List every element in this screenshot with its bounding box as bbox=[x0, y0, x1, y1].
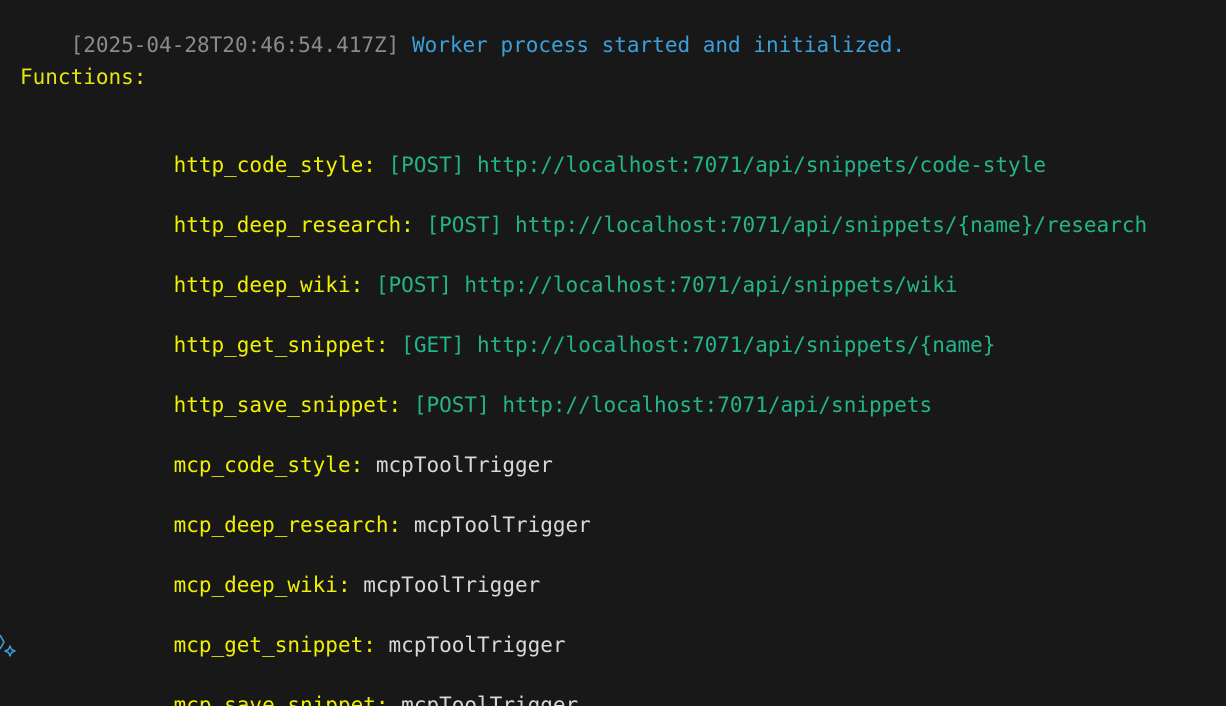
function-trigger: mcpToolTrigger bbox=[375, 453, 553, 477]
log-message: Worker process started and initialized. bbox=[411, 33, 906, 57]
function-url[interactable]: http://localhost:7071/api/snippets/code-… bbox=[477, 153, 1046, 177]
function-name: http_code_style: bbox=[173, 153, 376, 177]
function-url[interactable]: http://localhost:7071/api/snippets/wiki bbox=[464, 273, 957, 297]
functions-header: Functions: bbox=[20, 65, 147, 89]
function-name: http_deep_wiki: bbox=[173, 273, 364, 297]
function-url[interactable]: http://localhost:7071/api/snippets/{name… bbox=[515, 213, 1147, 237]
function-name: mcp_deep_research: bbox=[173, 513, 402, 537]
log-line-worker-started: [2025-04-28T20:46:54.417Z] Worker proces… bbox=[20, 3, 905, 57]
function-name: mcp_save_snippet: bbox=[173, 693, 389, 706]
function-row-http-deep-wiki: http_deep_wiki: [POST] http://localhost:… bbox=[123, 243, 958, 297]
function-name: mcp_get_snippet: bbox=[173, 633, 376, 657]
function-url[interactable]: http://localhost:7071/api/snippets/{name… bbox=[477, 333, 995, 357]
http-method: [GET] bbox=[401, 333, 465, 357]
function-row-http-get-snippet: http_get_snippet: [GET] http://localhost… bbox=[123, 303, 996, 357]
terminal-output[interactable]: [2025-04-28T20:46:54.417Z] Worker proces… bbox=[0, 0, 1226, 706]
function-row-http-save-snippet: http_save_snippet: [POST] http://localho… bbox=[123, 363, 933, 417]
http-method: [POST] bbox=[413, 393, 490, 417]
function-row-mcp-code-style: mcp_code_style: mcpToolTrigger bbox=[123, 423, 553, 477]
function-name: http_get_snippet: bbox=[173, 333, 389, 357]
log-timestamp: [2025-04-28T20:46:54.417Z] bbox=[70, 33, 400, 57]
function-trigger: mcpToolTrigger bbox=[363, 573, 541, 597]
function-row-mcp-save-snippet: mcp_save_snippet: mcpToolTrigger bbox=[123, 663, 579, 706]
function-name: http_deep_research: bbox=[173, 213, 414, 237]
function-trigger: mcpToolTrigger bbox=[413, 513, 591, 537]
function-url[interactable]: http://localhost:7071/api/snippets bbox=[502, 393, 932, 417]
function-row-mcp-deep-research: mcp_deep_research: mcpToolTrigger bbox=[123, 483, 591, 537]
http-method: [POST] bbox=[426, 213, 503, 237]
function-name: mcp_code_style: bbox=[173, 453, 364, 477]
function-trigger: mcpToolTrigger bbox=[401, 693, 579, 706]
function-row-mcp-get-snippet: mcp_get_snippet: mcpToolTrigger bbox=[123, 603, 566, 657]
function-name: http_save_snippet: bbox=[173, 393, 402, 417]
function-name: mcp_deep_wiki: bbox=[173, 573, 351, 597]
sparkle-icon[interactable] bbox=[0, 632, 18, 658]
http-method: [POST] bbox=[388, 153, 465, 177]
function-row-http-deep-research: http_deep_research: [POST] http://localh… bbox=[123, 183, 1148, 237]
http-method: [POST] bbox=[375, 273, 452, 297]
function-row-mcp-deep-wiki: mcp_deep_wiki: mcpToolTrigger bbox=[123, 543, 541, 597]
function-trigger: mcpToolTrigger bbox=[388, 633, 566, 657]
function-row-http-code-style: http_code_style: [POST] http://localhost… bbox=[123, 123, 1046, 177]
